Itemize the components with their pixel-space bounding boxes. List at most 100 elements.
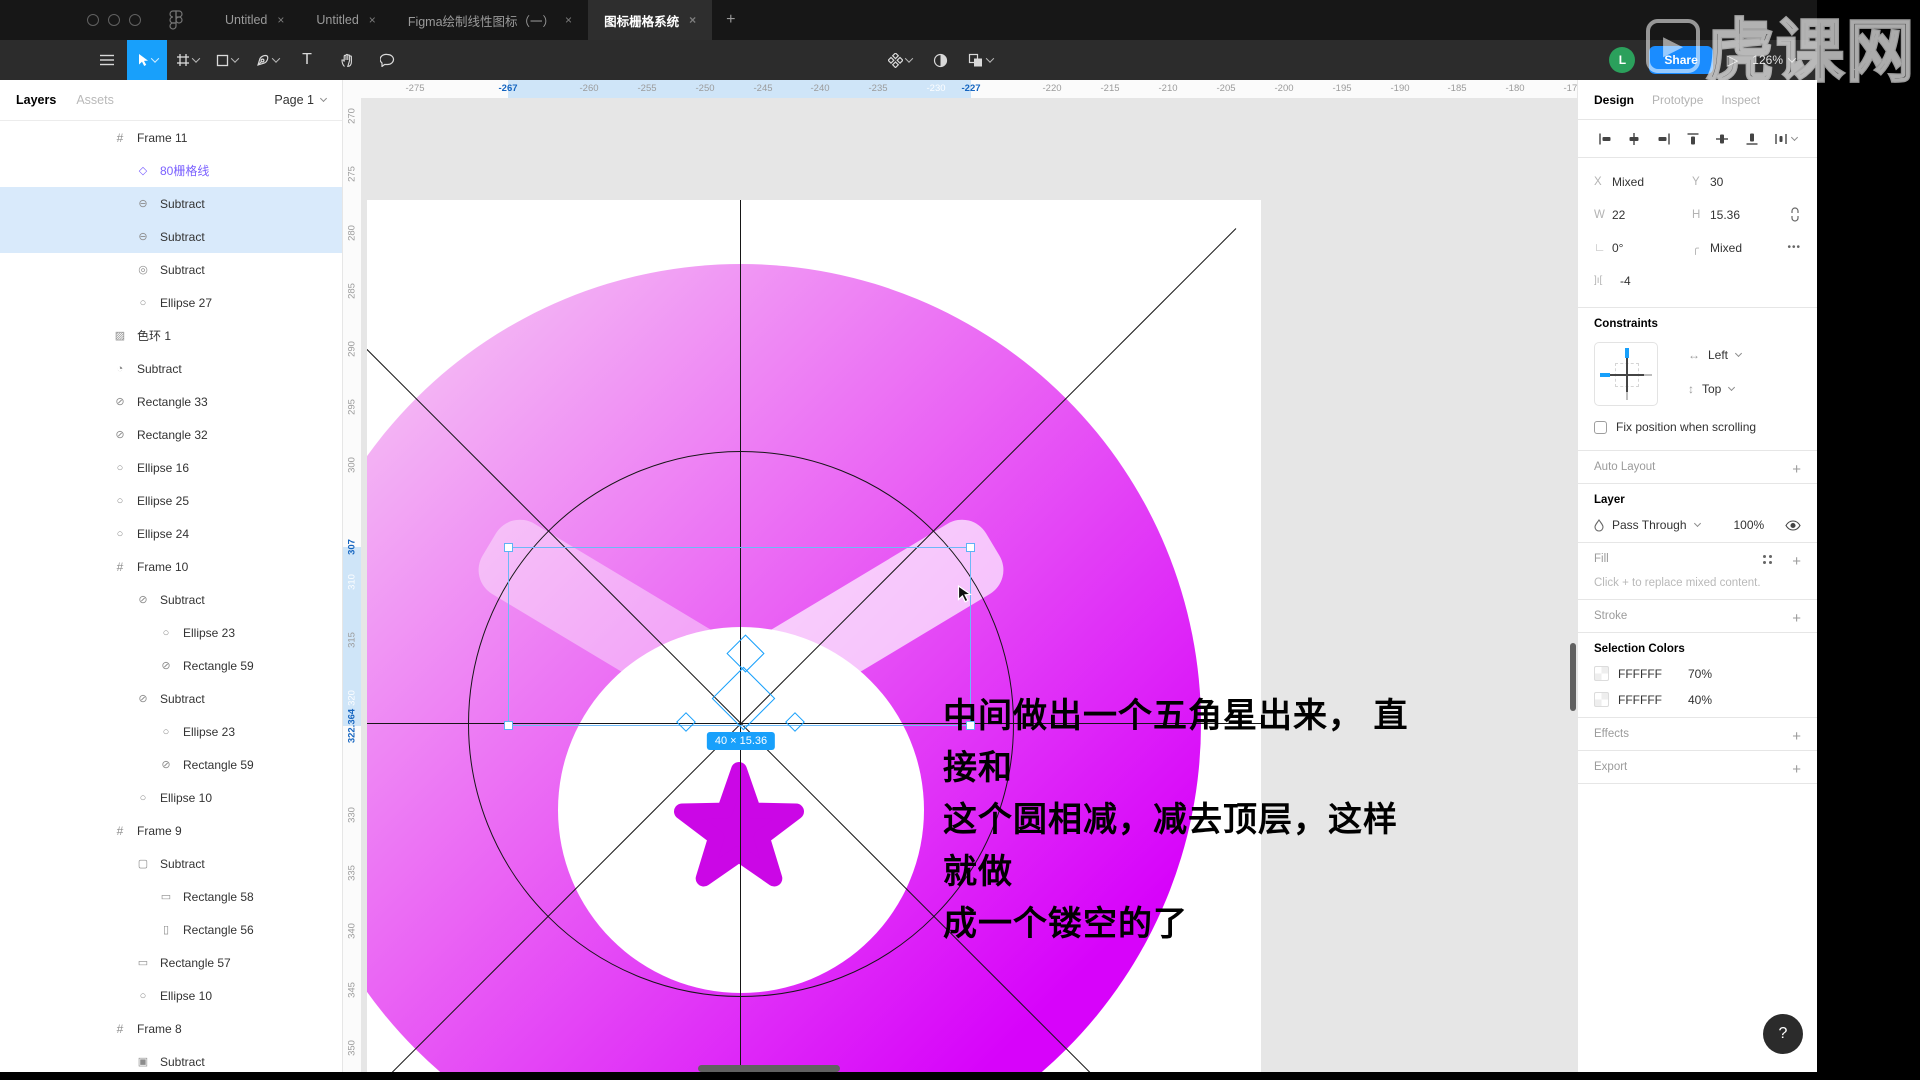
rotation-input[interactable]: 0° bbox=[1612, 241, 1674, 255]
window-controls[interactable] bbox=[87, 14, 141, 26]
zoom-level-control[interactable]: 126% bbox=[1752, 53, 1797, 67]
align-left-icon[interactable] bbox=[1598, 132, 1612, 146]
color-opacity-value[interactable]: 70% bbox=[1688, 667, 1712, 681]
layer-row-subtract[interactable]: ⊖ Subtract bbox=[0, 220, 342, 253]
close-tab-icon[interactable]: × bbox=[565, 13, 572, 27]
layer-row-ellipse-24[interactable]: ○ Ellipse 24 bbox=[0, 517, 342, 550]
tab-layers[interactable]: Layers bbox=[16, 93, 56, 107]
layer-row-ellipse-27[interactable]: ○ Ellipse 27 bbox=[0, 286, 342, 319]
constraint-right-tick[interactable] bbox=[1644, 374, 1652, 376]
layer-row-rectangle-57[interactable]: ▭ Rectangle 57 bbox=[0, 946, 342, 979]
selection-handle-top-right[interactable] bbox=[966, 543, 975, 552]
layer-row-subtract[interactable]: ◎ Subtract bbox=[0, 253, 342, 286]
constraint-left-tick[interactable] bbox=[1600, 373, 1610, 377]
shape-tool-chevron-icon[interactable] bbox=[230, 54, 240, 63]
new-tab-button[interactable]: + bbox=[712, 11, 749, 29]
width-input[interactable]: 22 bbox=[1612, 208, 1674, 222]
corner-radius-input[interactable]: Mixed bbox=[1710, 241, 1772, 255]
zoom-chevron-icon[interactable] bbox=[1787, 54, 1797, 63]
align-h-center-icon[interactable] bbox=[1627, 132, 1641, 146]
layer-row-subtract[interactable]: ◔ Subtract bbox=[0, 352, 342, 385]
document-tab-2[interactable]: Figma绘制线性图标（一） × bbox=[392, 0, 588, 40]
shape-tool-button[interactable] bbox=[207, 40, 247, 80]
layer-row-frame-9[interactable]: # Frame 9 bbox=[0, 814, 342, 847]
layer-row-色环-1[interactable]: ▨ 色环 1 bbox=[0, 319, 342, 352]
tab-assets[interactable]: Assets bbox=[76, 93, 114, 107]
constrain-proportions-icon[interactable] bbox=[1789, 207, 1801, 222]
fix-position-checkbox[interactable] bbox=[1594, 420, 1607, 434]
x-input[interactable]: Mixed bbox=[1612, 175, 1674, 189]
layer-row-subtract[interactable]: ▢ Subtract bbox=[0, 847, 342, 880]
color-hex-value[interactable]: FFFFFF bbox=[1618, 667, 1688, 681]
frame-tool-button[interactable] bbox=[167, 40, 207, 80]
component-tool-button[interactable] bbox=[880, 40, 920, 80]
close-window-icon[interactable] bbox=[87, 14, 99, 26]
color-swatch-icon[interactable] bbox=[1594, 666, 1609, 681]
color-swatch-icon[interactable] bbox=[1594, 692, 1609, 707]
selection-handle-bottom-left[interactable] bbox=[504, 721, 513, 730]
layer-opacity-input[interactable]: 100% bbox=[1734, 518, 1765, 532]
vertical-scrollbar-thumb[interactable] bbox=[1570, 643, 1576, 711]
tab-prototype[interactable]: Prototype bbox=[1652, 93, 1703, 107]
document-tab-0[interactable]: Untitled × bbox=[209, 0, 300, 40]
selection-color-row-1[interactable]: FFFFFF 40% bbox=[1594, 692, 1801, 707]
comment-tool-button[interactable] bbox=[367, 40, 407, 80]
add-stroke-button[interactable]: + bbox=[1792, 610, 1801, 627]
help-button[interactable]: ? bbox=[1763, 1014, 1803, 1054]
layer-row-frame-11[interactable]: # Frame 11 bbox=[0, 121, 342, 154]
layer-row-rectangle-59[interactable]: ⊘ Rectangle 59 bbox=[0, 649, 342, 682]
layer-row-ellipse-10[interactable]: ○ Ellipse 10 bbox=[0, 781, 342, 814]
hand-tool-button[interactable] bbox=[327, 40, 367, 80]
layer-visibility-eye-icon[interactable] bbox=[1785, 519, 1801, 531]
selection-handle-top-left[interactable] bbox=[504, 543, 513, 552]
more-options-button[interactable]: ••• bbox=[1787, 242, 1801, 253]
document-tab-1[interactable]: Untitled × bbox=[300, 0, 391, 40]
layer-row-subtract[interactable]: ⊘ Subtract bbox=[0, 583, 342, 616]
user-avatar[interactable]: L bbox=[1609, 47, 1636, 73]
share-button[interactable]: Share bbox=[1649, 46, 1713, 74]
blend-mode-select[interactable]: Pass Through bbox=[1612, 518, 1687, 532]
constraints-widget[interactable] bbox=[1594, 342, 1658, 406]
fill-styles-icon[interactable] bbox=[1763, 555, 1773, 565]
document-tab-3[interactable]: 图标栅格系统 × bbox=[588, 0, 713, 40]
independent-corners-input[interactable]: -4 bbox=[1620, 274, 1682, 288]
layer-row-rectangle-56[interactable]: ▯ Rectangle 56 bbox=[0, 913, 342, 946]
y-input[interactable]: 30 bbox=[1710, 175, 1772, 189]
layer-row-rectangle-32[interactable]: ⊘ Rectangle 32 bbox=[0, 418, 342, 451]
layer-row-ellipse-23[interactable]: ○ Ellipse 23 bbox=[0, 616, 342, 649]
selection-color-row-0[interactable]: FFFFFF 70% bbox=[1594, 666, 1801, 681]
mask-tool-button[interactable] bbox=[920, 40, 960, 80]
add-fill-button[interactable]: + bbox=[1792, 553, 1801, 570]
layer-row-80栅格线[interactable]: ◇ 80栅格线 bbox=[0, 154, 342, 187]
main-menu-button[interactable] bbox=[87, 40, 127, 80]
figma-logo-icon[interactable] bbox=[169, 10, 183, 30]
layer-row-ellipse-10[interactable]: ○ Ellipse 10 bbox=[0, 979, 342, 1012]
distribute-icon[interactable] bbox=[1774, 132, 1799, 146]
maximize-window-icon[interactable] bbox=[129, 14, 141, 26]
tab-design[interactable]: Design bbox=[1594, 93, 1634, 107]
minimize-window-icon[interactable] bbox=[108, 14, 120, 26]
layer-row-subtract[interactable]: ⊖ Subtract bbox=[0, 187, 342, 220]
color-hex-value[interactable]: FFFFFF bbox=[1618, 693, 1688, 707]
layer-row-rectangle-58[interactable]: ▭ Rectangle 58 bbox=[0, 880, 342, 913]
close-tab-icon[interactable]: × bbox=[369, 13, 376, 27]
canvas[interactable]: 40 × 15.36 中间做出一个五角星出来， 直接和 这个圆相减，减去顶层，这… bbox=[343, 80, 1577, 1072]
pen-tool-button[interactable] bbox=[247, 40, 287, 80]
close-tab-icon[interactable]: × bbox=[277, 13, 284, 27]
fix-position-row[interactable]: Fix position when scrolling bbox=[1594, 420, 1801, 434]
align-top-icon[interactable] bbox=[1686, 132, 1700, 146]
page-selector[interactable]: Page 1 bbox=[274, 93, 328, 107]
align-bottom-icon[interactable] bbox=[1745, 132, 1759, 146]
constraint-top-tick[interactable] bbox=[1625, 348, 1629, 358]
layer-row-subtract[interactable]: ⊘ Subtract bbox=[0, 682, 342, 715]
move-tool-chevron-icon[interactable] bbox=[150, 54, 159, 63]
layer-row-rectangle-59[interactable]: ⊘ Rectangle 59 bbox=[0, 748, 342, 781]
height-input[interactable]: 15.36 bbox=[1710, 208, 1772, 222]
layer-row-ellipse-23[interactable]: ○ Ellipse 23 bbox=[0, 715, 342, 748]
boolean-ops-chevron-icon[interactable] bbox=[985, 54, 994, 63]
vertical-constraint-select[interactable]: ↕ Top bbox=[1688, 382, 1736, 396]
align-right-icon[interactable] bbox=[1657, 132, 1671, 146]
layer-row-frame-10[interactable]: # Frame 10 bbox=[0, 550, 342, 583]
pen-tool-chevron-icon[interactable] bbox=[271, 54, 281, 63]
align-v-center-icon[interactable] bbox=[1715, 132, 1729, 146]
